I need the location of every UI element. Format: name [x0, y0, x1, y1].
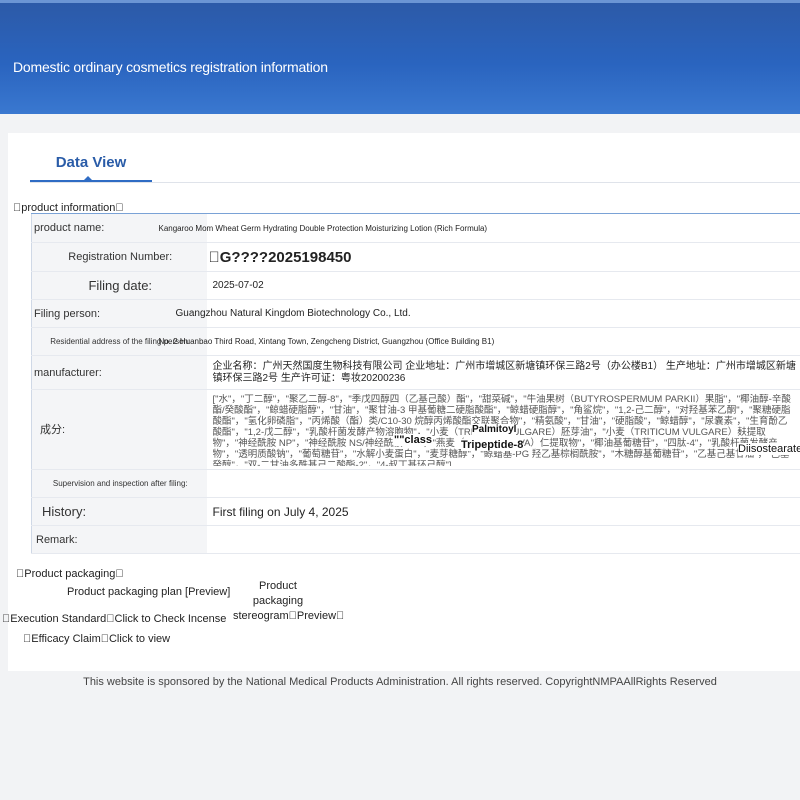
efficacy-claim-link[interactable]: Click to view [109, 633, 170, 645]
header-banner: Domestic ordinary cosmetics registration… [0, 0, 800, 114]
product-name-value: Kangaroo Mom Wheat Germ Hydrating Double… [158, 223, 488, 233]
history-value: First filing on July 4, 2025 [206, 497, 800, 526]
efficacy-claim-row:  Efficacy Claim Click to view [23, 633, 170, 645]
residential-address-value: No. 2 Huanbao Third Road, Xintang Town, … [158, 337, 495, 346]
tab-pointer-icon [83, 176, 93, 181]
filing-date-value: 2025-07-02 [206, 271, 800, 300]
table-row: manufacturer: 企业名称：广州天然国度生物科技有限公司 企业地址：广… [31, 355, 800, 390]
footer-copyright: This website is sponsored by the Nationa… [83, 676, 717, 688]
manufacturer-value: 企业名称：广州天然国度生物科技有限公司 企业地址：广州市增城区新塘镇环保三路2号… [206, 355, 800, 390]
packaging-plan-preview-link[interactable]: Product packaging plan [Preview] [67, 586, 230, 598]
packaging-stereogram-preview-link[interactable]: Product packaging stereogram Preview  [233, 579, 344, 624]
ingredient-overlay-palmitoyl: Palmitoyl [472, 424, 517, 435]
tab-label: Data View [55, 154, 127, 171]
table-row: History: First filing on July 4, 2025 [31, 497, 800, 526]
page-title: Domestic ordinary cosmetics registration… [13, 59, 328, 75]
ingredients-label: 成分: [31, 389, 207, 470]
section-title-product-packaging:  Product packaging  [16, 568, 124, 580]
tab-bar: Data View [30, 133, 800, 183]
execution-standard-link[interactable]: Click to Check Incense [115, 613, 227, 625]
tab-data-view[interactable]: Data View [30, 133, 152, 182]
remark-label: Remark: [31, 525, 207, 554]
supervision-label: Supervision and inspection after filing: [31, 469, 207, 498]
product-info-table: product name: Kangaroo Mom Wheat Germ Hy… [31, 213, 800, 554]
efficacy-claim-label:  Efficacy Claim  [23, 633, 109, 645]
ingredient-overlay-tripeptide: Tripeptide-8 [461, 439, 524, 451]
ingredient-overlay-class: ""class [394, 434, 432, 446]
table-row: Filing person: Guangzhou Natural Kingdom… [31, 299, 800, 328]
execution-standard-row:  Execution Standard Click to Check Incen… [2, 613, 226, 625]
remark-value [206, 525, 800, 554]
ingredient-overlay-diisostearate: Diisostearate [738, 443, 800, 455]
table-row: product name: Kangaroo Mom Wheat Germ Hy… [31, 213, 800, 243]
registration-number-label: Registration Number: [31, 242, 207, 272]
table-row: Residential address of the filing person… [31, 327, 800, 356]
registration-number-value:  G????2025198450 [206, 242, 800, 272]
filing-person-value: Guangzhou Natural Kingdom Biotechnology … [175, 308, 411, 319]
table-row: Registration Number:  G????2025198450 [31, 242, 800, 272]
manufacturer-label: manufacturer: [31, 355, 207, 390]
execution-standard-label:  Execution Standard  [2, 613, 115, 625]
filing-date-label: Filing date: [31, 271, 207, 300]
table-row: 成分: ["水"，"丁二醇"，"聚乙二醇-8"，"季戊四醇四（乙基己酸）酯"，"… [31, 389, 800, 470]
table-row: Filing date: 2025-07-02 [31, 271, 800, 300]
supervision-value [206, 469, 800, 498]
table-row: Supervision and inspection after filing: [31, 469, 800, 498]
history-label: History: [31, 497, 207, 526]
table-row: Remark: [31, 525, 800, 554]
